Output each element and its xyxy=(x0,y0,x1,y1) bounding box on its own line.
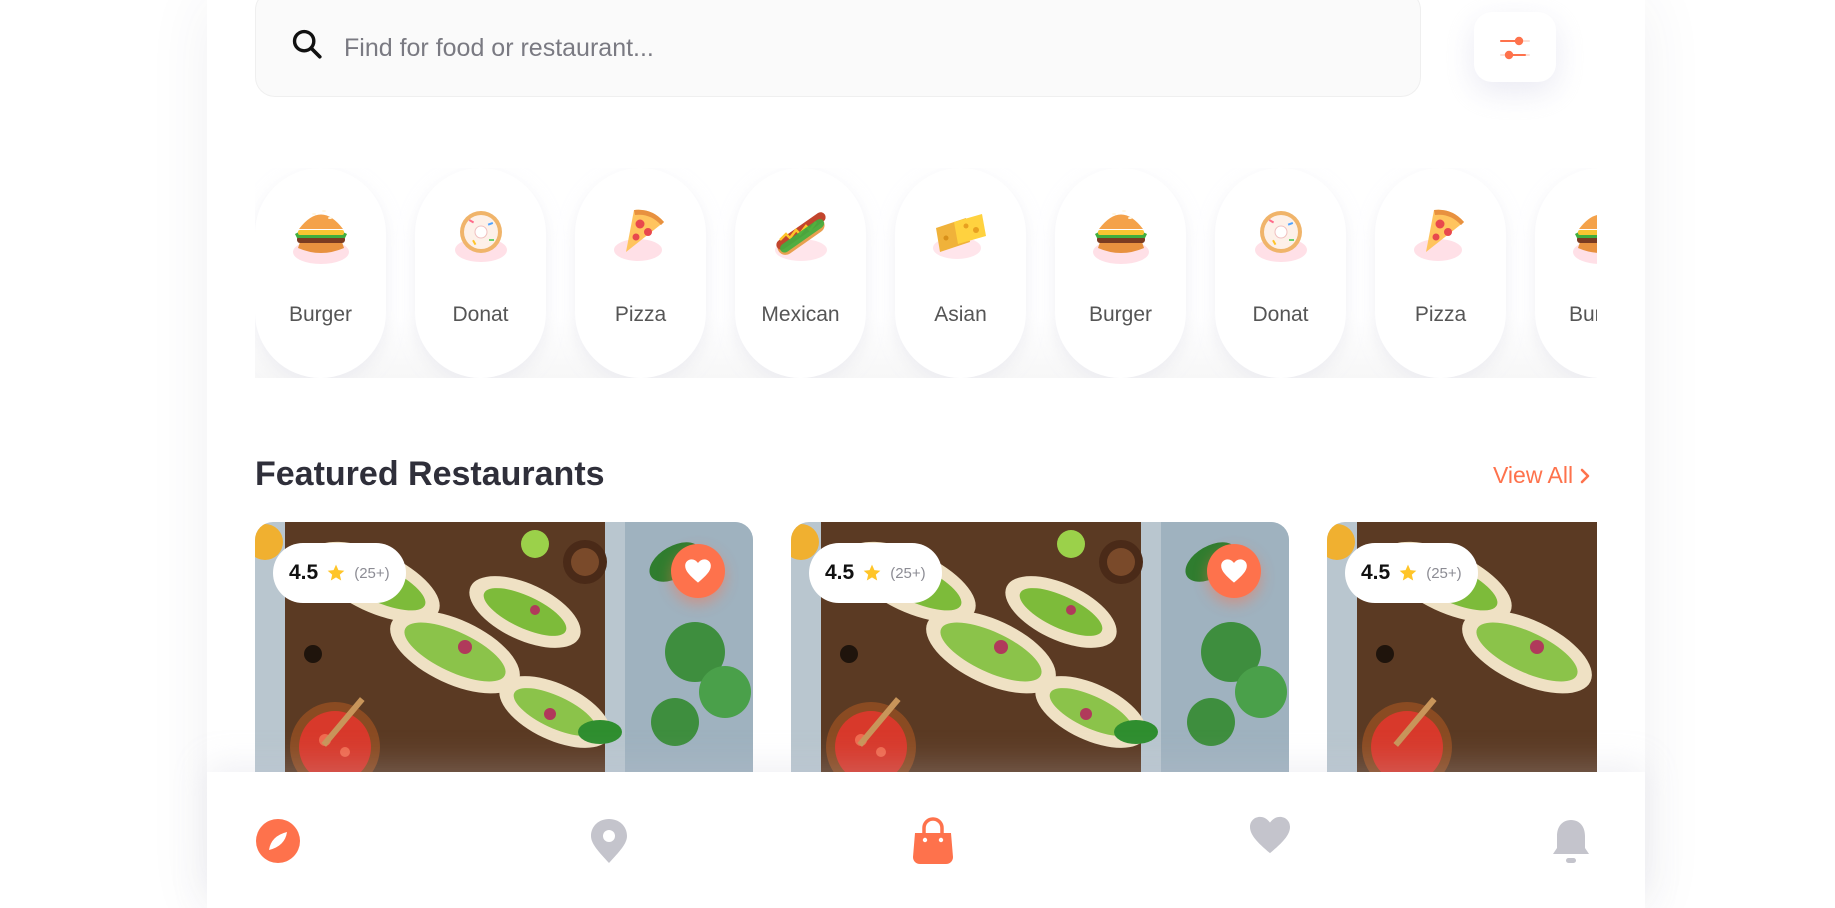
shopping-bag-icon xyxy=(913,817,953,864)
search-icon xyxy=(292,29,322,59)
burger-icon xyxy=(292,210,349,264)
nav-location[interactable] xyxy=(584,816,634,866)
rating-count: (25+) xyxy=(354,564,390,582)
donut-icon xyxy=(1254,211,1307,262)
rating-value: 4.5 xyxy=(289,561,319,584)
star-icon xyxy=(863,564,881,581)
favorite-button[interactable] xyxy=(1207,544,1261,598)
bottom-navigation xyxy=(207,772,1645,908)
category-mexican[interactable]: Mexican xyxy=(735,168,866,378)
nav-notifications[interactable] xyxy=(1546,816,1596,866)
rating-value: 4.5 xyxy=(825,561,855,584)
restaurant-card[interactable]: 4.5 (25+) xyxy=(255,522,753,772)
donut-icon xyxy=(454,211,507,262)
star-icon xyxy=(327,564,345,581)
category-donat[interactable]: Donat xyxy=(1215,168,1346,378)
category-label: Mexican xyxy=(761,303,840,326)
restaurant-card[interactable]: 4.5 (25+) xyxy=(1327,522,1597,772)
burger-icon xyxy=(1092,210,1149,264)
burger-icon xyxy=(1572,215,1597,264)
view-all-link[interactable]: View All xyxy=(1493,462,1591,489)
screen: Burger Donat xyxy=(0,0,1835,908)
nav-cart[interactable] xyxy=(908,816,958,866)
category-burger[interactable]: Burger xyxy=(255,168,386,378)
category-pizza[interactable]: Pizza xyxy=(575,168,706,378)
category-list: Burger Donat Pizza Mexican Asian Burger … xyxy=(255,168,1597,378)
rating-count: (25+) xyxy=(1426,564,1462,582)
category-label: Donat xyxy=(452,303,509,326)
rating-value: 4.5 xyxy=(1361,561,1391,584)
category-asian[interactable]: Asian xyxy=(895,168,1026,378)
view-all-label: View All xyxy=(1493,462,1574,488)
rating-badge: 4.5 (25+) xyxy=(273,543,406,603)
restaurant-carousel[interactable]: 4.5 (25+) 4.5 (25+) 4.5 (25+) xyxy=(255,522,1597,772)
search-input[interactable] xyxy=(344,34,1244,63)
star-icon xyxy=(1399,564,1417,581)
heart-icon xyxy=(1250,816,1290,854)
hotdog-icon xyxy=(774,212,827,261)
filter-button[interactable] xyxy=(1474,12,1556,82)
rating-badge: 4.5 (25+) xyxy=(1345,543,1478,603)
location-pin-icon xyxy=(591,819,627,863)
bell-icon xyxy=(1553,820,1589,863)
nav-explore[interactable] xyxy=(253,816,303,866)
rating-badge: 4.5 (25+) xyxy=(809,543,942,603)
pizza-icon xyxy=(1413,209,1464,261)
section-title: Featured Restaurants xyxy=(255,455,605,493)
app-container: Burger Donat xyxy=(207,0,1645,908)
compass-icon xyxy=(256,819,300,863)
category-burger[interactable]: Burger xyxy=(1055,168,1186,378)
restaurant-card[interactable]: 4.5 (25+) xyxy=(791,522,1289,772)
category-donat[interactable]: Donat xyxy=(415,168,546,378)
chevron-right-icon xyxy=(1580,468,1590,483)
restaurant-list: 4.5 (25+) 4.5 (25+) 4.5 (25+) xyxy=(255,522,1597,772)
nav-favorites[interactable] xyxy=(1245,810,1295,860)
category-label: Burger xyxy=(1568,303,1597,326)
search-bar[interactable] xyxy=(255,0,1421,97)
category-pizza[interactable]: Pizza xyxy=(1375,168,1506,378)
category-label: Donat xyxy=(1252,303,1309,326)
favorite-button[interactable] xyxy=(671,544,725,598)
heart-icon xyxy=(1221,559,1247,583)
filter-sliders-icon xyxy=(1500,36,1530,60)
category-label: Burger xyxy=(288,303,353,326)
category-scroller[interactable]: Burger Donat Pizza Mexican Asian Burger … xyxy=(255,168,1597,378)
heart-icon xyxy=(685,559,711,583)
cheese-icon xyxy=(932,214,986,259)
rating-count: (25+) xyxy=(890,564,926,582)
pizza-icon xyxy=(613,209,664,261)
category-label: Burger xyxy=(1088,303,1153,326)
category-label: Pizza xyxy=(614,303,667,326)
category-burger[interactable]: Burger xyxy=(1535,168,1597,378)
category-label: Pizza xyxy=(1414,303,1467,326)
category-label: Asian xyxy=(934,303,987,326)
